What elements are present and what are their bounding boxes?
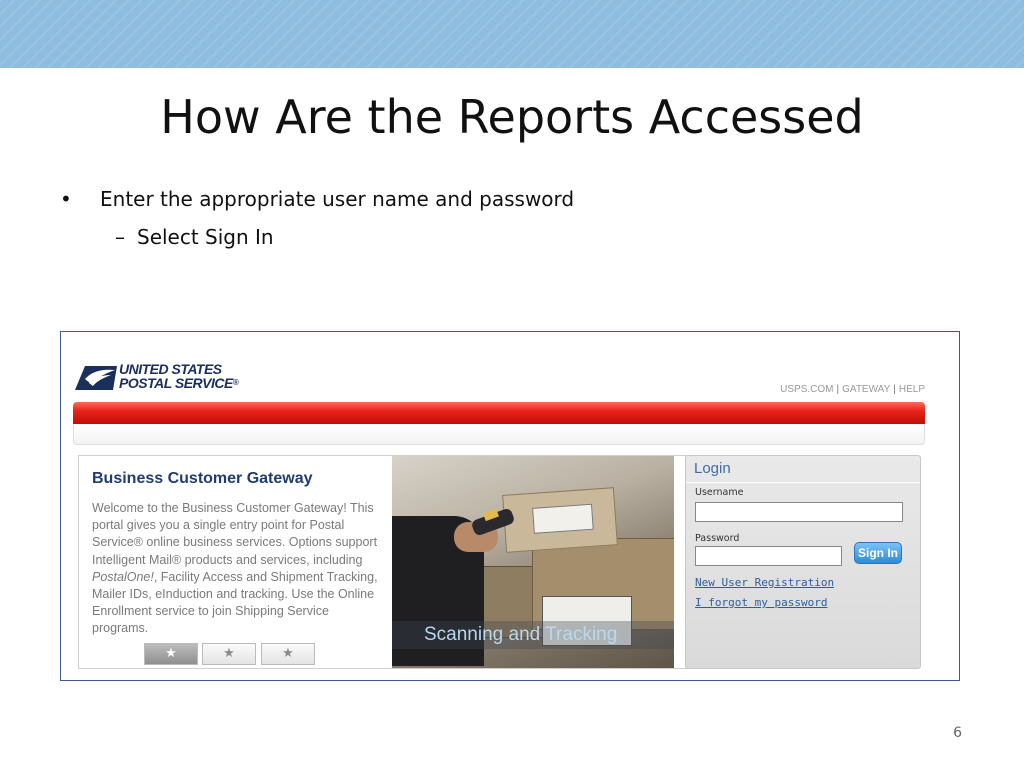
- sub-bullet-item: – Select Sign In: [115, 225, 274, 249]
- top-nav-links: USPS.COM | GATEWAY | HELP: [780, 384, 925, 395]
- usps-wordmark-line1: UNITED STATES: [119, 361, 222, 377]
- link-help[interactable]: HELP: [899, 384, 925, 395]
- sign-in-button[interactable]: Sign In: [854, 542, 902, 564]
- header-red-bar: [73, 402, 925, 424]
- gateway-description-part1: Welcome to the Business Customer Gateway…: [92, 501, 378, 567]
- carousel-dot-3[interactable]: ★: [261, 643, 315, 665]
- package-shape: [502, 487, 618, 553]
- header-nav-strip: [73, 424, 925, 445]
- slide-header-band: [0, 0, 1024, 68]
- usps-wordmark: UNITED STATES POSTAL SERVICE®: [119, 361, 239, 391]
- link-usps-com[interactable]: USPS.COM: [780, 384, 833, 395]
- slide-number: 6: [953, 725, 962, 741]
- gateway-title: Business Customer Gateway: [92, 470, 313, 487]
- eagle-logo-icon: [75, 366, 117, 390]
- username-input[interactable]: [695, 502, 903, 522]
- username-label: Username: [695, 487, 744, 498]
- link-gateway[interactable]: GATEWAY: [842, 384, 890, 395]
- usps-logo[interactable]: UNITED STATES POSTAL SERVICE®: [75, 362, 245, 396]
- sub-bullet-mark: –: [115, 225, 125, 249]
- carousel-dot-2[interactable]: ★: [202, 643, 256, 665]
- sub-bullet-text: Select Sign In: [137, 225, 274, 249]
- gateway-panel: Business Customer Gateway Welcome to the…: [78, 455, 692, 669]
- usps-wordmark-line2: POSTAL SERVICE: [119, 375, 233, 391]
- promo-photo[interactable]: Scanning and Tracking: [392, 456, 674, 668]
- link-separator: |: [893, 384, 896, 395]
- usps-gateway-screenshot: UNITED STATES POSTAL SERVICE® USPS.COM | G…: [60, 331, 960, 681]
- new-user-registration-link[interactable]: New User Registration: [695, 576, 834, 589]
- login-title: Login: [694, 460, 731, 477]
- photo-caption: Scanning and Tracking: [424, 624, 618, 645]
- registered-mark: ®: [232, 378, 239, 387]
- forgot-password-link[interactable]: I forgot my password: [695, 596, 827, 609]
- bullet-mark: •: [60, 187, 72, 211]
- photo-caption-band: Scanning and Tracking: [392, 621, 674, 649]
- link-separator: |: [836, 384, 840, 395]
- login-panel: Login Username Password Sign In New User…: [685, 455, 921, 669]
- gateway-description-italic: PostalOne!: [92, 569, 154, 584]
- shipping-label-shape: [532, 503, 594, 534]
- gateway-description: Welcome to the Business Customer Gateway…: [92, 500, 388, 638]
- carousel-dot-1[interactable]: ★: [144, 643, 198, 665]
- password-label: Password: [695, 533, 740, 544]
- bullet-text: Enter the appropriate user name and pass…: [100, 187, 575, 211]
- password-input[interactable]: [695, 546, 842, 566]
- slide-title: How Are the Reports Accessed: [160, 90, 864, 144]
- divider: [686, 482, 920, 483]
